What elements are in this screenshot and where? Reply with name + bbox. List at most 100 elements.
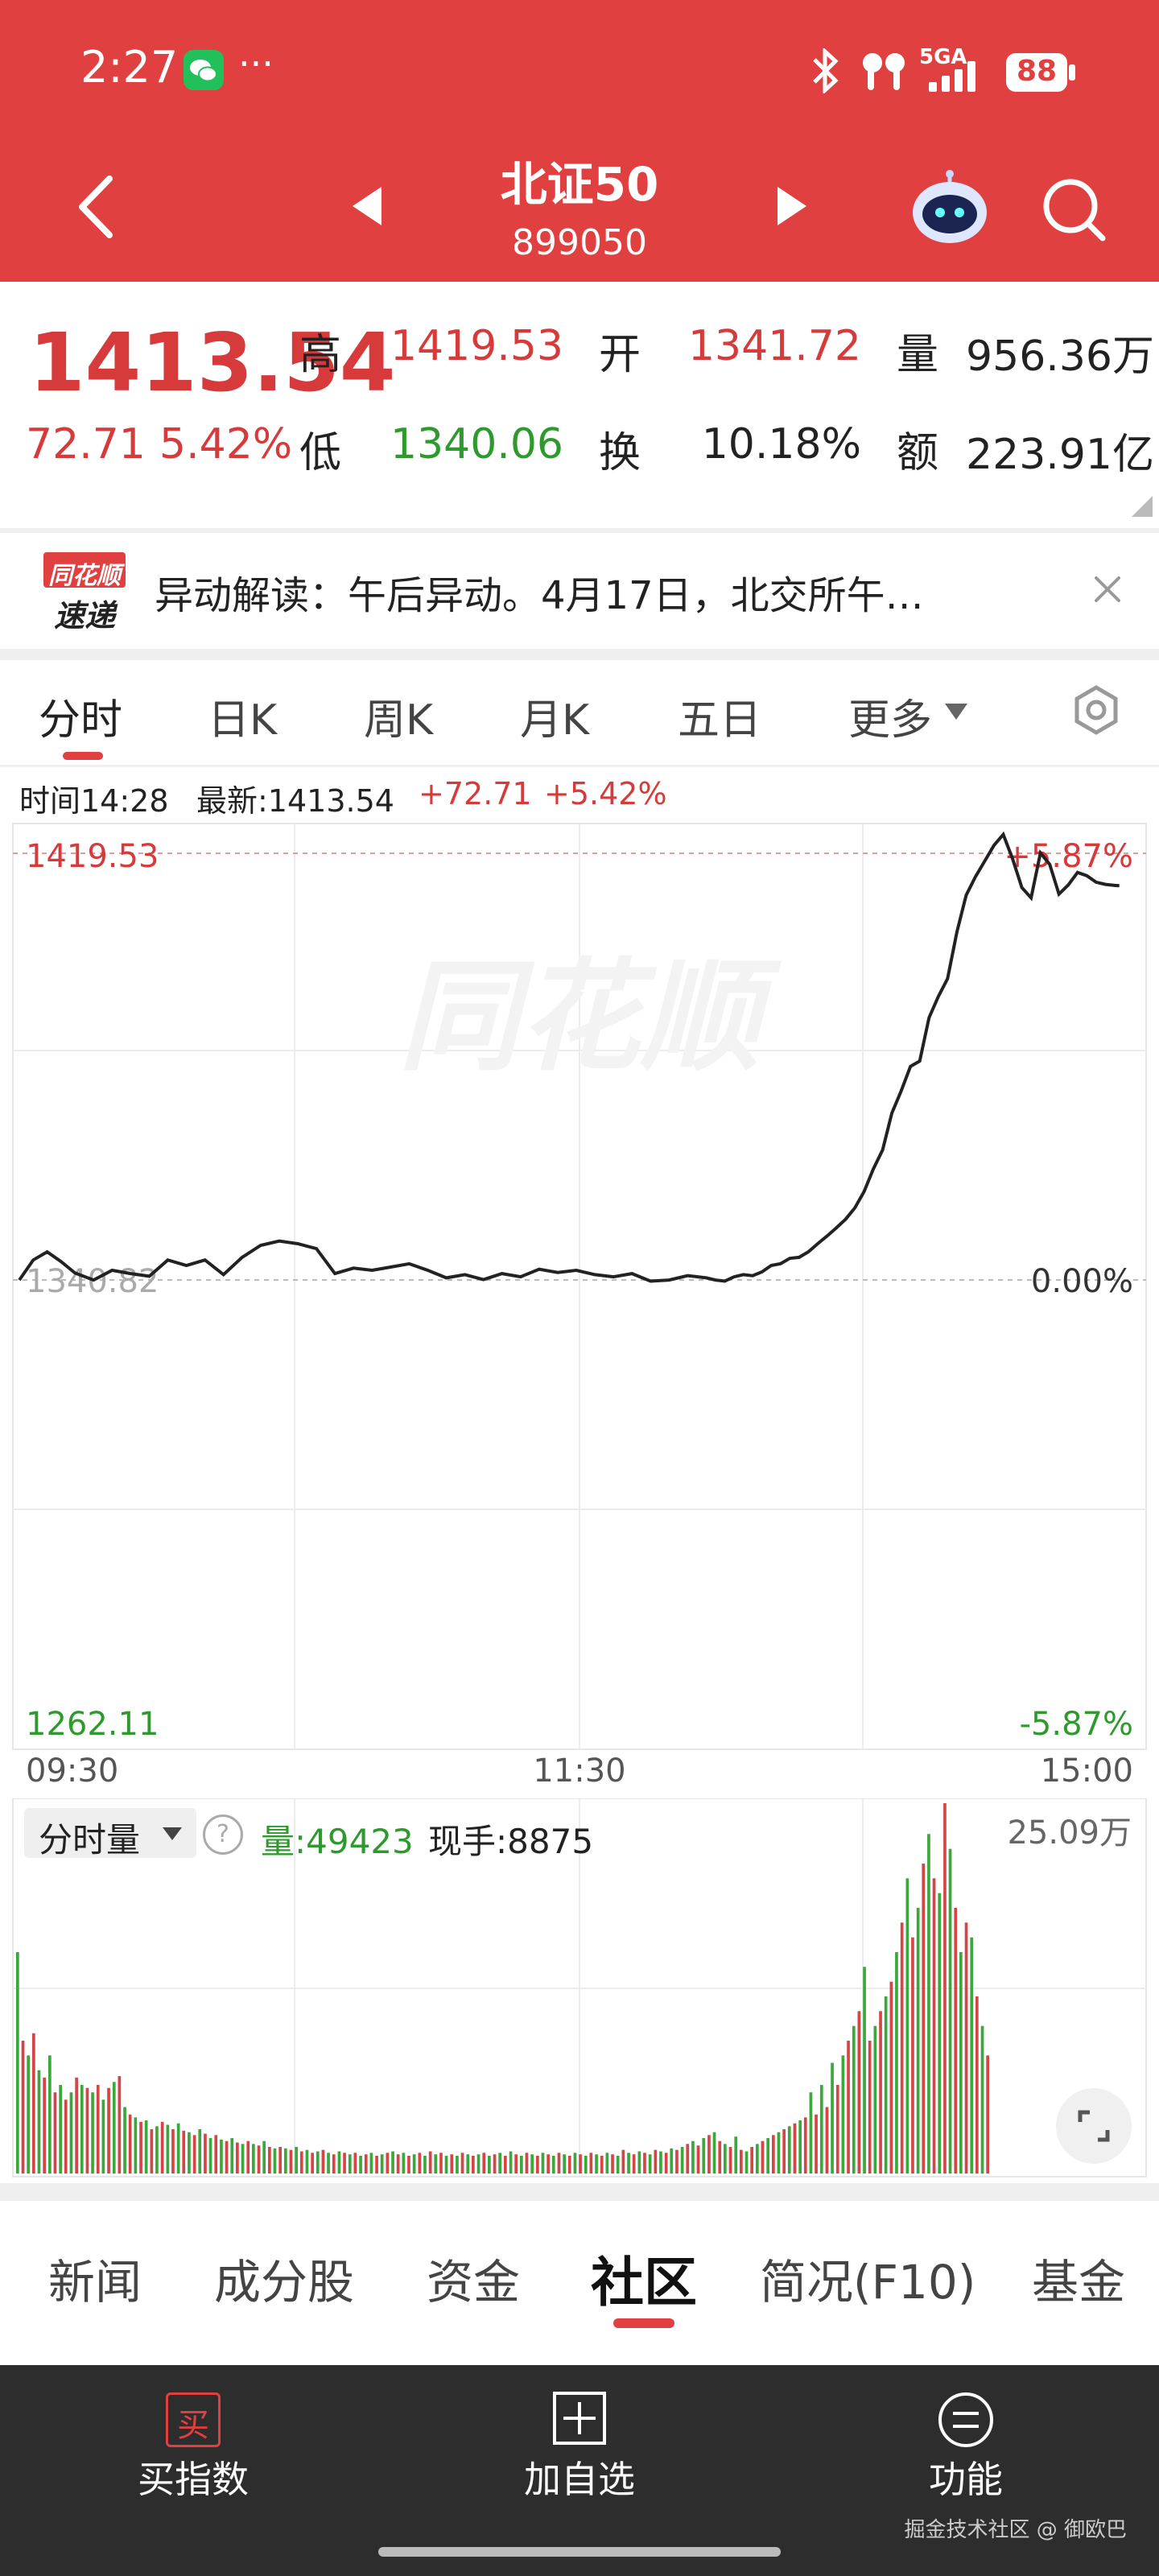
volume-bar xyxy=(938,1893,942,2174)
tab-weekly-k[interactable]: 周K xyxy=(364,686,433,746)
buy-index-label[interactable]: 买指数 xyxy=(113,2450,274,2504)
volume-bar xyxy=(289,2149,293,2174)
buy-icon: 买 xyxy=(177,2407,209,2444)
volume-bar xyxy=(278,2147,282,2174)
volume-bar xyxy=(675,2149,678,2174)
volume-bar xyxy=(841,2055,845,2174)
volume-bar xyxy=(744,2151,749,2174)
volume-bar xyxy=(702,2138,706,2174)
volume-bar xyxy=(584,2156,588,2174)
volume-bar xyxy=(220,2139,223,2174)
volume-bar xyxy=(402,2153,406,2174)
volume-bar xyxy=(332,2154,336,2174)
prev-stock-icon[interactable] xyxy=(349,184,385,229)
wechat-icon xyxy=(184,50,224,90)
tab-funds[interactable]: 基金 xyxy=(1032,2244,1125,2312)
high-value: 1419.53 xyxy=(390,322,563,370)
volume-bar xyxy=(428,2151,432,2174)
volume-bar xyxy=(284,2148,287,2174)
current-hand-label: 现手:8875 xyxy=(428,1822,594,1861)
volume-bar xyxy=(803,2117,807,2174)
volume-bar xyxy=(412,2154,416,2174)
volume-bar xyxy=(643,2153,646,2174)
tab-constituents[interactable]: 成分股 xyxy=(214,2244,354,2312)
home-indicator[interactable] xyxy=(378,2547,781,2557)
low-value: 1340.06 xyxy=(390,420,563,469)
tab-news[interactable]: 新闻 xyxy=(48,2244,142,2312)
volume-bar xyxy=(230,2138,234,2174)
next-stock-icon[interactable] xyxy=(774,184,810,229)
help-icon[interactable]: ? xyxy=(203,1814,243,1855)
tab-f10-overview[interactable]: 简况(F10) xyxy=(760,2244,975,2312)
function-label[interactable]: 功能 xyxy=(885,2450,1046,2504)
volume-bar xyxy=(27,2055,30,2174)
volume-bar xyxy=(225,2140,229,2174)
volume-bar xyxy=(123,2107,126,2174)
volume-bar xyxy=(343,2153,346,2174)
volume-bar xyxy=(879,2011,882,2174)
volume-bar xyxy=(911,1937,914,2174)
volume-bar xyxy=(627,2153,630,2174)
volume-bar xyxy=(48,2055,52,2174)
stock-name: 北证50 xyxy=(500,157,659,212)
y-right-bottom-label: -5.87% xyxy=(1019,1706,1133,1743)
volume-bar xyxy=(954,1908,958,2174)
volume-bar xyxy=(96,2085,100,2174)
close-icon[interactable] xyxy=(1091,573,1124,605)
logo-top-text: 同花顺 xyxy=(48,562,121,590)
tab-capital[interactable]: 资金 xyxy=(427,2244,520,2312)
volume-bar xyxy=(557,2153,561,2174)
tab-five-day[interactable]: 五日 xyxy=(678,686,761,746)
search-icon[interactable] xyxy=(1040,175,1107,243)
y-right-top-label: +5.87% xyxy=(1004,838,1133,875)
add-watchlist-icon[interactable] xyxy=(552,2391,607,2446)
volume-bar xyxy=(852,2025,856,2174)
volume-bar xyxy=(964,1922,968,2174)
volume-bar xyxy=(444,2156,448,2174)
volume-bar xyxy=(563,2154,566,2174)
back-icon[interactable] xyxy=(71,171,119,243)
divider xyxy=(0,765,1159,767)
volume-bar xyxy=(144,2120,148,2174)
volume-bar xyxy=(450,2154,454,2174)
tab-monthly-k[interactable]: 月K xyxy=(520,686,589,746)
volume-bar xyxy=(595,2154,598,2174)
volume-bar xyxy=(493,2154,497,2174)
volume-bar xyxy=(396,2154,400,2174)
bluetooth-icon xyxy=(813,48,839,93)
volume-bar xyxy=(868,2041,872,2174)
volume-bar xyxy=(547,2154,550,2174)
tab-more[interactable]: 更多 xyxy=(848,686,932,746)
open-value: 1341.72 xyxy=(687,322,861,370)
intraday-price-chart[interactable]: 同花顺 1419.53 1340.82 1262.11 +5.87% 0.00%… xyxy=(0,817,1159,1799)
robot-assistant-icon[interactable] xyxy=(909,169,990,246)
info-change: +72.71 xyxy=(419,776,532,811)
tab-daily-k[interactable]: 日K xyxy=(208,686,277,746)
volume-bar xyxy=(889,1981,893,2174)
tab-community[interactable]: 社区 xyxy=(591,2240,697,2317)
add-watchlist-label[interactable]: 加自选 xyxy=(499,2450,660,2504)
volume-bar xyxy=(252,2144,255,2174)
volume-bar xyxy=(927,1834,930,2174)
amount-label: 额 xyxy=(897,429,939,477)
volume-bar xyxy=(369,2153,373,2174)
volume-bar xyxy=(600,2156,604,2174)
info-time: 时间14:28 xyxy=(19,783,169,819)
volume-bar xyxy=(101,2099,105,2174)
volume-bar xyxy=(916,1908,920,2174)
tab-intraday[interactable]: 分时 xyxy=(39,686,122,746)
function-menu-icon[interactable] xyxy=(937,2391,995,2449)
fullscreen-button[interactable] xyxy=(1056,2088,1132,2164)
volume-bar xyxy=(772,2135,775,2174)
volume-bar xyxy=(611,2154,614,2174)
expand-corner-icon[interactable] xyxy=(1132,496,1153,517)
volume-bar xyxy=(321,2149,325,2174)
settings-icon[interactable] xyxy=(1070,684,1122,736)
volume-bar xyxy=(359,2156,362,2174)
volume-bar xyxy=(85,2087,89,2174)
news-headline[interactable]: 异动解读：午后异动。4月17日，北交所午… xyxy=(155,564,1024,620)
earbuds-icon xyxy=(863,53,905,90)
signal-icon xyxy=(929,61,975,92)
volume-bar xyxy=(782,2129,786,2174)
volume-bar xyxy=(59,2085,62,2174)
